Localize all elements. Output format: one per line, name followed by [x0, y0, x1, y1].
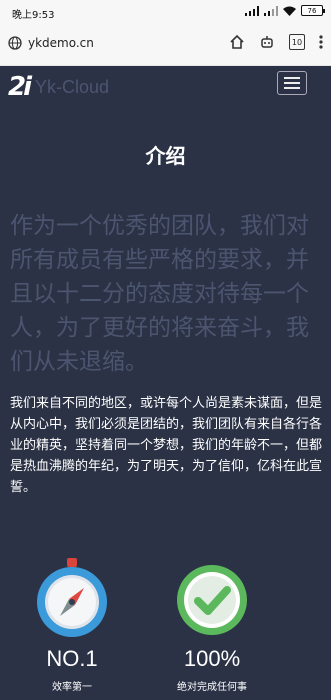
lead-paragraph: 作为一个优秀的团队，我们对所有成员有些严格的要求，并且以十二分的态度对待每一个人… — [10, 213, 309, 375]
brand-name: Yk-Cloud — [35, 76, 110, 97]
signal-icon-2 — [264, 5, 278, 16]
menu-toggle-button[interactable] — [277, 71, 307, 95]
hamburger-line — [284, 87, 300, 89]
site-logo[interactable]: 2i Yk-Cloud — [8, 72, 109, 102]
wifi-icon — [283, 6, 296, 16]
body-paragraph: 我们来自不同的地区，或许每个人尚是素未谋面，但是从内心中，我们必须是团结的，我们… — [10, 396, 323, 495]
feature-value: NO.1 — [46, 646, 98, 671]
tab-count-button[interactable]: 10 — [289, 34, 305, 50]
status-time: 晚上9:53 — [12, 10, 55, 21]
logo-mark: 2i — [8, 72, 32, 102]
section-title: 介绍 — [145, 144, 186, 168]
home-icon[interactable] — [229, 34, 245, 50]
feature-caption: 效率第一 — [52, 682, 92, 693]
globe-icon — [8, 36, 22, 50]
address-bar[interactable]: ykdemo.cn — [8, 36, 94, 50]
browser-actions: 10 — [229, 34, 323, 50]
feature-caption: 绝对完成任何事 — [177, 682, 247, 693]
more-vertical-icon[interactable] — [319, 34, 323, 50]
url-text[interactable]: ykdemo.cn — [28, 36, 94, 50]
check-circle-icon — [177, 565, 247, 635]
site-navbar: 2i Yk-Cloud — [0, 66, 331, 106]
browser-bar: ykdemo.cn 10 — [0, 24, 331, 66]
feature-value: 100% — [183, 646, 241, 671]
compass-icon — [37, 558, 107, 637]
status-bar: 晚上9:53 76 — [0, 0, 331, 24]
hamburger-line — [284, 77, 300, 79]
robot-icon[interactable] — [259, 34, 275, 50]
hamburger-line — [284, 82, 300, 84]
signal-icon — [245, 5, 259, 16]
feature-efficiency: NO.1 效率第一 — [17, 558, 127, 693]
feature-completion: 100% 绝对完成任何事 — [157, 558, 267, 693]
status-icons: 76 — [245, 5, 325, 16]
battery-icon: 76 — [301, 5, 325, 16]
